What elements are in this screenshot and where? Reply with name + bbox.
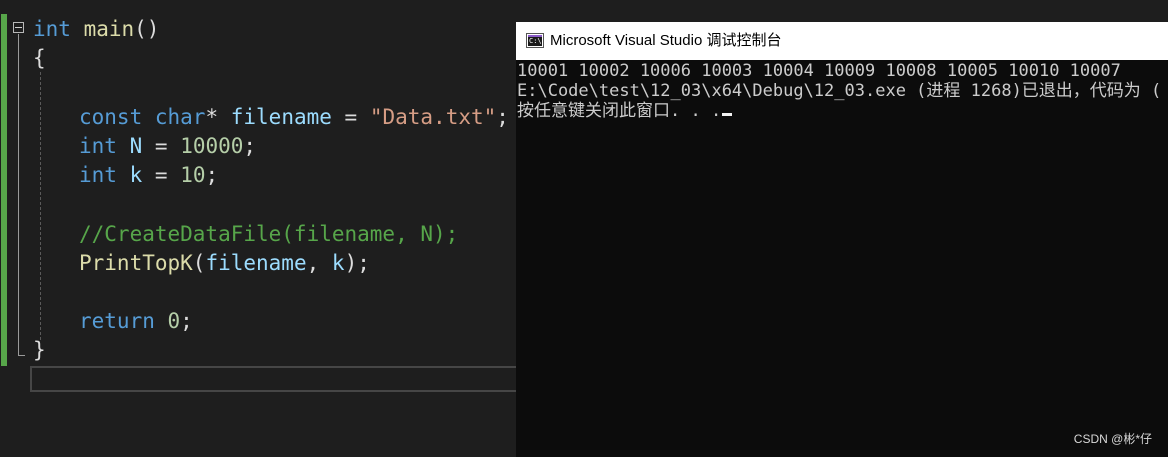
argument-token: k [331,251,345,275]
argument-token: filename [205,251,307,275]
console-output-line-prompt: 按任意键关闭此窗口. . . [517,101,733,121]
code-editor[interactable]: int main() { const char* filename = "Dat… [0,0,516,457]
fold-guide-end [18,355,25,356]
code-line-main-signature[interactable]: int main() [33,15,159,44]
semicolon-token: ; [205,163,219,187]
semicolon-token: ; [180,309,193,333]
csdn-watermark: CSDN @彬*仔 [1073,432,1152,446]
variable-token: k [129,163,143,187]
comment-token: //CreateDataFile(filename, N); [79,222,459,246]
console-icon-prompt: C:\ [528,37,542,46]
code-line-filename-decl[interactable]: const char* filename = "Data.txt"; [33,103,509,132]
variable-token: filename [230,105,332,129]
current-line-highlight [30,366,516,392]
console-output-line-result: 10001 10002 10006 10003 10004 10009 1000… [517,61,1121,81]
screenshot-root: int main() { const char* filename = "Dat… [0,0,1168,457]
paren-token: ); [344,251,370,275]
operator-token: = [142,134,181,158]
console-app-icon: C:\ [526,33,544,48]
code-line-comment[interactable]: //CreateDataFile(filename, N); [33,220,458,249]
keyword-token: char [154,105,206,129]
function-call-token: PrintTopK [79,251,193,275]
number-literal-token: 10 [180,163,206,187]
collapse-icon[interactable] [13,22,24,33]
comma-token: , [306,251,332,275]
string-literal-token: "Data.txt" [369,105,497,129]
paren-token: ( [192,251,206,275]
code-line-open-brace[interactable]: { [33,44,46,73]
console-output-area[interactable]: 10001 10002 10006 10003 10004 10009 1000… [516,60,1168,457]
operator-token: = [331,105,370,129]
paren-token: () [134,17,160,41]
console-output-line-exit: E:\Code\test\12_03\x64\Debug\12_03.exe (… [517,81,1162,101]
function-name-token: main [70,17,135,41]
code-line-return[interactable]: return 0; [33,307,193,336]
keyword-token: int [79,163,117,187]
brace-token: { [33,46,46,70]
debug-console-window[interactable]: C:\ Microsoft Visual Studio 调试控制台 10001 … [516,22,1168,457]
keyword-token: const [79,105,143,129]
text-cursor [722,113,733,116]
semicolon-token: ; [496,105,509,129]
code-line-print-topk-call[interactable]: PrintTopK(filename, k); [33,249,370,278]
code-line-close-brace[interactable]: } [33,336,46,365]
pointer-token: * [205,105,231,129]
change-tracking-bar [1,14,7,366]
keyword-token: int [79,134,117,158]
console-title-bar[interactable]: C:\ Microsoft Visual Studio 调试控制台 [516,22,1168,60]
keyword-token: int [33,17,71,41]
semicolon-token: ; [243,134,257,158]
code-line-n-decl[interactable]: int N = 10000; [33,132,256,161]
fold-guide-line [18,34,19,356]
press-key-message: 按任意键关闭此窗口. . . [517,101,722,121]
keyword-token: return [79,309,155,333]
operator-token: = [142,163,181,187]
brace-token: } [33,338,46,362]
code-line-k-decl[interactable]: int k = 10; [33,161,218,190]
console-title: Microsoft Visual Studio 调试控制台 [550,32,782,49]
variable-token: N [129,134,143,158]
number-literal-token: 0 [167,309,181,333]
number-literal-token: 10000 [180,134,244,158]
